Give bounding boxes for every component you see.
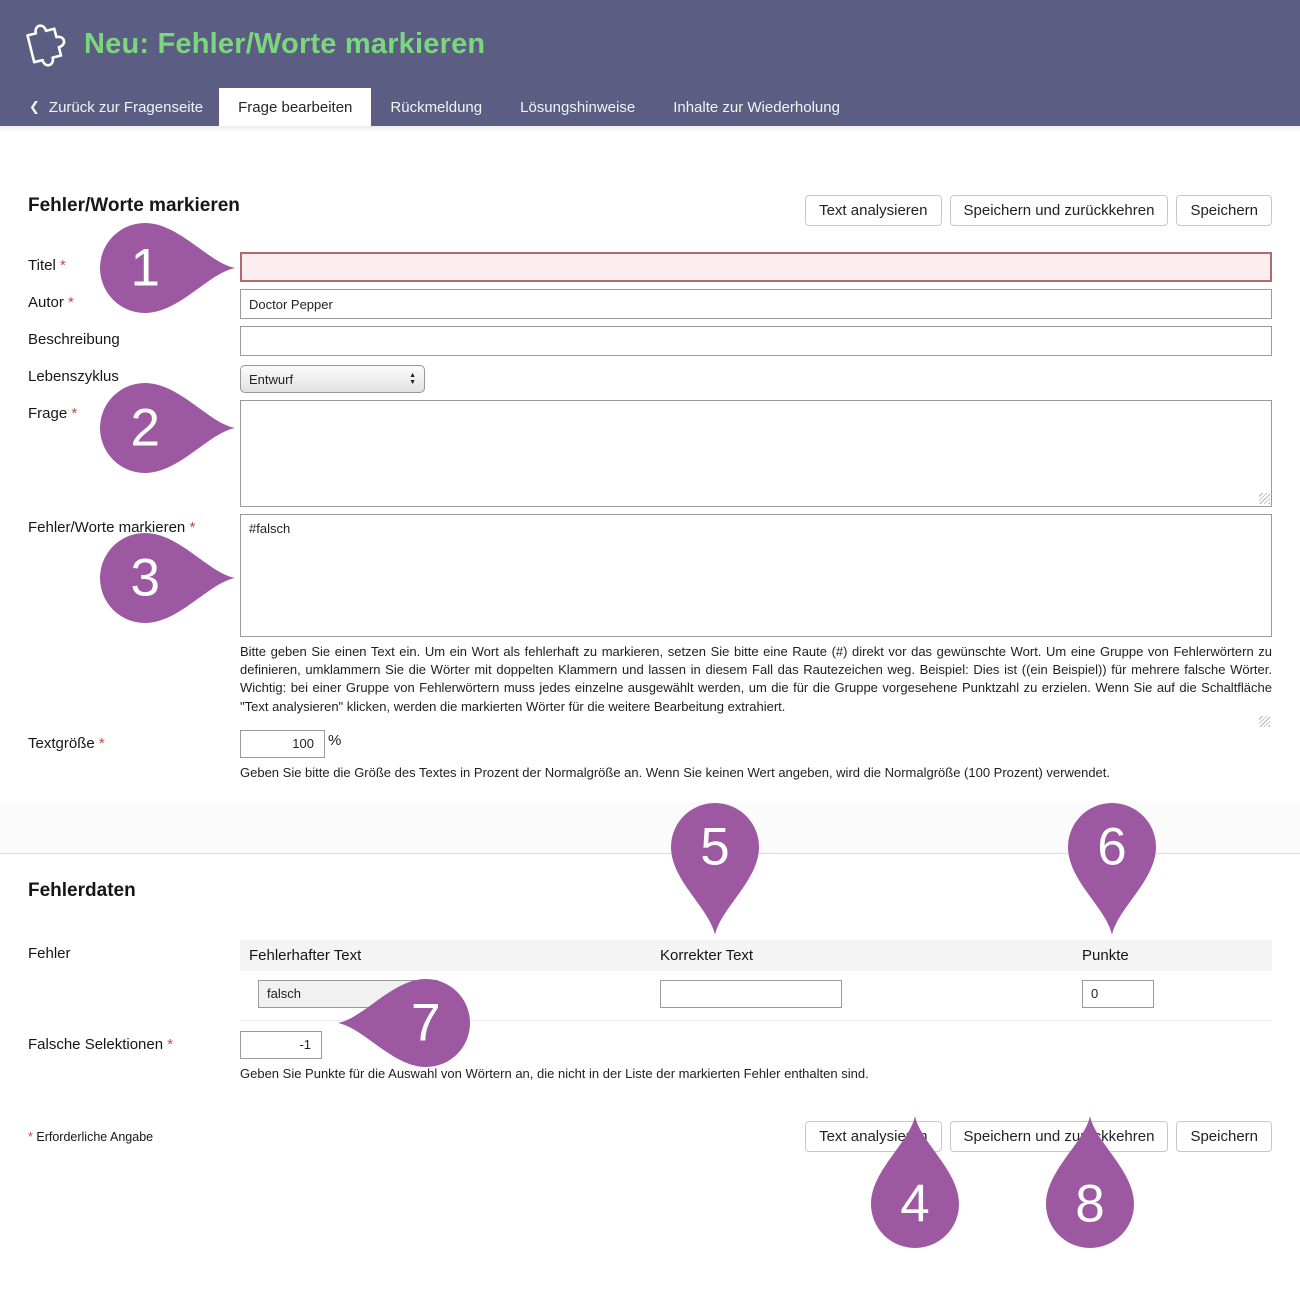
- app-header: Neu: Fehler/Worte markieren: [0, 0, 1300, 88]
- tab-loesungshinweise[interactable]: Lösungshinweise: [501, 88, 654, 126]
- form-title: Fehler/Worte markieren: [28, 195, 240, 217]
- speichern-button-bottom[interactable]: Speichern: [1176, 1121, 1272, 1152]
- tab-rueckmeldung[interactable]: Rückmeldung: [371, 88, 501, 126]
- top-button-group: Text analysieren Speichern und zurückkeh…: [805, 195, 1272, 226]
- textgroesse-input[interactable]: [240, 730, 325, 758]
- fehler-worte-markieren-label: Fehler/Worte markieren *: [28, 514, 240, 730]
- required-asterisk: *: [189, 519, 195, 536]
- bottom-button-group: Text analysieren Speichern und zurückkeh…: [805, 1121, 1272, 1152]
- fehler-table-header: Fehlerhafter Text Korrekter Text Punkte: [240, 940, 1272, 971]
- textgroesse-help-text: Geben Sie bitte die Größe des Textes in …: [240, 764, 1272, 782]
- required-field-note: * Erforderliche Angabe: [28, 1130, 153, 1144]
- lebenszyklus-label: Lebenszyklus: [28, 363, 240, 393]
- fehler-worte-textarea[interactable]: #falsch: [240, 514, 1272, 637]
- tab-bar: ❮ Zurück zur Fragenseite Frage bearbeite…: [0, 88, 1300, 126]
- column-header-punkte: Punkte: [1082, 947, 1272, 964]
- falsche-selektionen-input[interactable]: [240, 1031, 322, 1059]
- resize-handle-icon[interactable]: [1259, 493, 1270, 504]
- autor-input[interactable]: [240, 289, 1272, 319]
- select-updown-arrows-icon: ▲▼: [409, 372, 416, 387]
- back-link-label: Zurück zur Fragenseite: [49, 99, 203, 116]
- textgroesse-label: Textgröße *: [28, 730, 240, 796]
- fehlerhafter-text-input[interactable]: [258, 980, 438, 1008]
- tab-frage-bearbeiten[interactable]: Frage bearbeiten: [219, 88, 371, 126]
- speichern-und-zurueckkehren-button-bottom[interactable]: Speichern und zurückkehren: [950, 1121, 1169, 1152]
- korrekter-text-input[interactable]: [660, 980, 842, 1008]
- punkte-input[interactable]: [1082, 980, 1154, 1008]
- titel-input[interactable]: [240, 252, 1272, 282]
- back-to-question-page-link[interactable]: ❮ Zurück zur Fragenseite: [13, 88, 219, 126]
- required-asterisk: *: [71, 405, 77, 422]
- required-asterisk: *: [68, 294, 74, 311]
- tabbar-bottom-strip: [0, 126, 1300, 131]
- column-header-fehlerhafter-text: Fehlerhafter Text: [240, 947, 660, 964]
- speichern-button-top[interactable]: Speichern: [1176, 195, 1272, 226]
- fehler-worte-help-text: Bitte geben Sie einen Text ein. Um ein W…: [240, 643, 1272, 716]
- required-asterisk: *: [60, 257, 66, 274]
- page-title: Neu: Fehler/Worte markieren: [84, 28, 485, 61]
- frage-label: Frage *: [28, 400, 240, 507]
- section-divider: [0, 802, 1300, 854]
- percent-suffix: %: [328, 732, 341, 749]
- falsche-selektionen-label: Falsche Selektionen *: [28, 1031, 240, 1097]
- puzzle-piece-icon: [18, 16, 68, 72]
- resize-handle-icon[interactable]: [1259, 716, 1270, 727]
- required-asterisk: *: [167, 1036, 173, 1053]
- frage-textarea[interactable]: [240, 400, 1272, 507]
- lebenszyklus-select[interactable]: Entwurf ▲▼: [240, 365, 425, 393]
- column-header-korrekter-text: Korrekter Text: [660, 947, 1082, 964]
- table-row: [240, 971, 1272, 1021]
- text-analysieren-button-bottom[interactable]: Text analysieren: [805, 1121, 941, 1152]
- fehler-label: Fehler: [28, 940, 240, 1021]
- speichern-und-zurueckkehren-button-top[interactable]: Speichern und zurückkehren: [950, 195, 1169, 226]
- fehler-table: Fehlerhafter Text Korrekter Text Punkte: [240, 940, 1272, 1021]
- falsche-selektionen-help-text: Geben Sie Punkte für die Auswahl von Wör…: [240, 1065, 1272, 1083]
- titel-label: Titel *: [28, 252, 240, 282]
- chevron-left-icon: ❮: [29, 99, 40, 115]
- beschreibung-input[interactable]: [240, 326, 1272, 356]
- autor-label: Autor *: [28, 289, 240, 319]
- required-asterisk: *: [99, 735, 105, 752]
- page: Neu: Fehler/Worte markieren ❮ Zurück zur…: [0, 0, 1300, 1300]
- text-analysieren-button-top[interactable]: Text analysieren: [805, 195, 941, 226]
- beschreibung-label: Beschreibung: [28, 326, 240, 356]
- lebenszyklus-selected-value: Entwurf: [249, 372, 293, 387]
- tab-inhalte-zur-wiederholung[interactable]: Inhalte zur Wiederholung: [654, 88, 859, 126]
- fehlerdaten-title: Fehlerdaten: [28, 880, 1272, 902]
